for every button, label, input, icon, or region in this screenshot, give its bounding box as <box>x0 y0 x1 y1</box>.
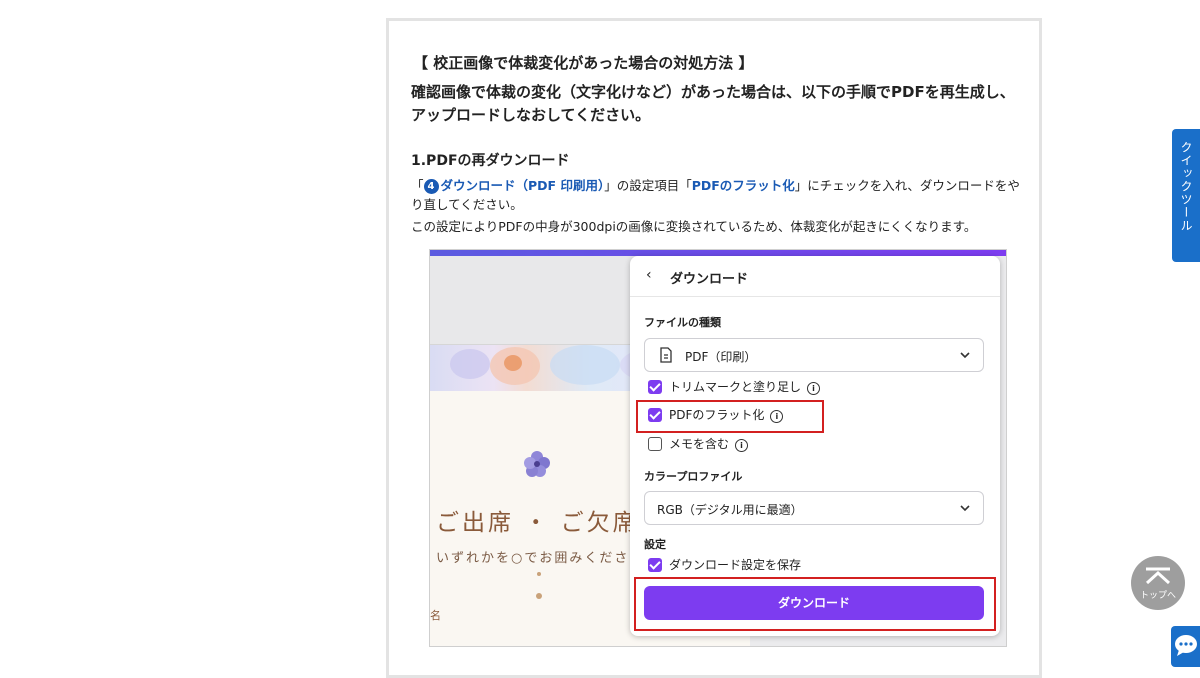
section-heading: 【 校正画像で体裁変化があった場合の対処方法 】 <box>413 54 754 72</box>
chat-bubble-icon <box>1175 635 1197 656</box>
editor-canvas-background <box>430 256 640 344</box>
chevron-down-icon <box>960 505 970 512</box>
pdf-flatten-link[interactable]: PDFのフラット化 <box>692 178 795 193</box>
file-type-select[interactable]: PDF（印刷） <box>644 338 984 372</box>
chevron-down-icon <box>960 352 970 359</box>
card-name-label: 名 <box>430 609 441 622</box>
arrow-up-icon <box>1145 567 1171 585</box>
explanation-text: この設定によりPDFの中身が300dpiの画像に変換されているため、体裁変化が起… <box>411 219 977 234</box>
info-icon[interactable]: i <box>807 382 821 395</box>
checkbox-checked[interactable] <box>648 380 662 394</box>
color-profile-value: RGB（デジタル用に最適） <box>657 503 803 517</box>
document-icon <box>660 347 672 363</box>
watercolor-blob <box>504 355 522 371</box>
file-type-value: PDF（印刷） <box>685 350 757 364</box>
instruction-mid: 」の設定項目「 <box>604 178 692 193</box>
step-title: 1.PDFの再ダウンロード <box>411 153 570 169</box>
back-to-top-button[interactable]: トップへ <box>1131 556 1185 610</box>
watercolor-blob <box>450 349 490 379</box>
open-bracket: 「 <box>411 178 424 193</box>
ornament-dot <box>537 572 541 576</box>
color-profile-label: カラープロファイル <box>644 470 743 483</box>
option-label: ダウンロード設定を保存 <box>669 558 802 572</box>
download-panel: ‹ ダウンロード ファイルの種類 PDF（印刷） トリムマークと塗り足し i P… <box>630 256 1000 636</box>
option-label: メモを含む <box>669 437 730 451</box>
canva-download-screenshot: ご出席 ・ ご欠席 いずれかを○でお囲みくださ 名 ‹ ダウンロード ファイルの… <box>429 249 1007 647</box>
flower-icon <box>524 451 550 477</box>
option-label: トリムマークと塗り足し <box>669 380 802 394</box>
ornament-dot <box>536 593 542 599</box>
chevron-left-icon[interactable]: ‹ <box>646 268 660 282</box>
info-icon[interactable]: i <box>735 439 749 452</box>
lead-text: 確認画像で体裁の変化（文字化けなど）があった場合は、以下の手順でPDFを再生成し… <box>411 83 1015 124</box>
card-title: ご出席 ・ ご欠席 <box>436 510 639 536</box>
step-number-badge: 4 <box>423 179 439 194</box>
file-type-label: ファイルの種類 <box>644 316 721 329</box>
checkbox-checked[interactable] <box>648 558 662 572</box>
quick-tool-tab[interactable]: クイックツール <box>1172 129 1200 262</box>
pdf-flatten-highlight-box <box>636 400 824 433</box>
download-pdf-link[interactable]: ダウンロード（PDF 印刷用） <box>441 178 605 193</box>
download-button-highlight-box <box>634 577 996 631</box>
card-subtitle: いずれかを○でお囲みくださ <box>436 551 630 566</box>
checkbox-unchecked[interactable] <box>648 437 662 451</box>
step-instructions: 「4 ダウンロード（PDF 印刷用）」の設定項目「PDFのフラット化」にチェックを… <box>411 176 1026 214</box>
article-card: 【 校正画像で体裁変化があった場合の対処方法 】 確認画像で体裁の変化（文字化け… <box>386 18 1042 678</box>
chat-button[interactable] <box>1171 626 1200 667</box>
settings-label: 設定 <box>644 538 666 551</box>
back-to-top-label: トップへ <box>1139 591 1176 601</box>
panel-title: ダウンロード <box>670 272 749 287</box>
color-profile-select[interactable]: RGB（デジタル用に最適） <box>644 491 984 525</box>
panel-header: ‹ ダウンロード <box>630 256 1000 297</box>
quick-tool-label: クイックツール <box>1179 141 1193 232</box>
watercolor-blob <box>550 345 620 385</box>
